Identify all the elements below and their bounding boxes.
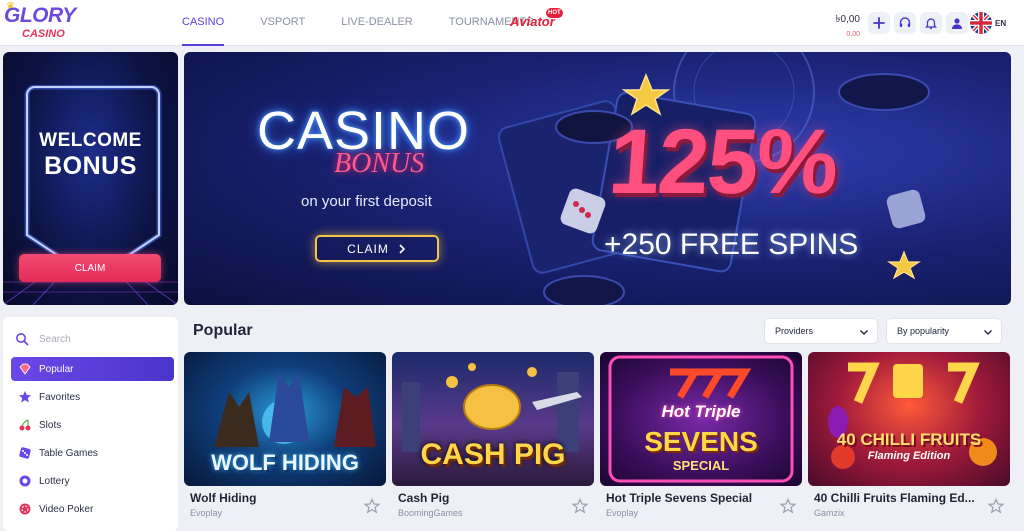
game-name[interactable]: Cash Pig (398, 491, 449, 505)
logo[interactable]: ♛ GLORY CASINO (4, 1, 78, 42)
headset-icon (899, 17, 911, 27)
sidebar-item-label: Slots (39, 419, 62, 431)
game-thumbnail[interactable]: CASH PIG (392, 352, 594, 486)
chevron-down-icon (860, 330, 868, 335)
game-thumbnail[interactable]: Hot Triple SEVENS SPECIAL (600, 352, 802, 486)
game-art-title: 40 CHILLI FRUITS (836, 430, 982, 449)
balance-amount: ৳0,00 (835, 14, 860, 25)
game-name[interactable]: Wolf Hiding (190, 491, 256, 505)
search-box[interactable] (11, 327, 171, 351)
game-card[interactable]: Hot Triple SEVENS SPECIAL Hot Triple Sev… (600, 352, 802, 531)
providers-dropdown[interactable]: Providers (764, 318, 878, 344)
sidebar-item-label: Favorites (39, 391, 81, 403)
game-art-tag: SPECIAL (672, 458, 730, 473)
sidebar-item-video-poker[interactable]: Video Poker (11, 497, 174, 521)
game-art-title: WOLF HIDING (211, 450, 359, 475)
chevron-right-icon (399, 243, 405, 254)
banner-claim-button[interactable]: CLAIM (315, 235, 439, 262)
banner-artwork (497, 52, 930, 305)
nav-aviator[interactable]: Aviator HOT (510, 8, 563, 29)
game-card[interactable]: WOLF HIDING Wolf Hiding Evoplay (184, 352, 386, 531)
diamond-icon (17, 361, 33, 377)
search-icon (16, 333, 29, 346)
sidebar-item-lottery[interactable]: Lottery (11, 469, 174, 493)
nav-casino[interactable]: CASINO (182, 0, 225, 46)
game-thumbnail[interactable]: 40 CHILLI FRUITS Flaming Edition (808, 352, 1010, 486)
banner-free-spins: +250 FREE SPINS (604, 228, 859, 261)
logo-subtext: CASINO (22, 28, 65, 40)
deposit-button[interactable] (868, 12, 890, 34)
game-name[interactable]: Hot Triple Sevens Special (606, 491, 752, 505)
welcome-title: WELCOME (39, 130, 142, 151)
poker-chip-icon (17, 501, 33, 517)
favorite-star-icon[interactable] (364, 498, 380, 514)
sidebar-item-label: Popular (39, 363, 74, 375)
plus-icon (873, 17, 885, 29)
game-card[interactable]: 40 CHILLI FRUITS Flaming Edition 40 Chil… (808, 352, 1010, 531)
game-provider: BoomingGames (398, 508, 463, 518)
banner-subtitle: on your first deposit (301, 193, 432, 210)
sidebar-item-label: Lottery (39, 475, 70, 487)
sidebar-item-popular[interactable]: Popular (11, 357, 174, 381)
nav-live-dealer[interactable]: LIVE-DEALER (341, 0, 413, 46)
game-provider: Evoplay (190, 508, 223, 518)
banner-bonus-text: BONUS (334, 148, 425, 179)
game-card[interactable]: CASH PIG Cash Pig BoomingGames (392, 352, 594, 531)
sidebar-item-label: Table Games (39, 447, 98, 459)
sort-label: By popularity (897, 326, 950, 336)
section-title: Popular (193, 322, 253, 339)
chevron-down-icon (984, 330, 992, 335)
game-provider: Evoplay (606, 508, 639, 518)
game-art-subtitle: Flaming Edition (867, 450, 951, 462)
bonus-balance: 0,00 (846, 31, 860, 38)
search-input[interactable] (39, 333, 159, 345)
logo-text: GLORY (4, 4, 76, 27)
nav-vsport[interactable]: VSPORT (260, 0, 305, 46)
category-sidebar: Popular Favorites Slots Table Games Lott… (3, 317, 178, 531)
game-thumbnail[interactable]: WOLF HIDING (184, 352, 386, 486)
notifications-button[interactable] (920, 12, 942, 34)
star-icon (17, 389, 33, 405)
lottery-ball-icon (17, 473, 33, 489)
sort-dropdown[interactable]: By popularity (886, 318, 1002, 344)
user-icon (952, 18, 962, 29)
uk-flag-icon (970, 12, 992, 34)
profile-button[interactable] (946, 12, 968, 34)
support-button[interactable] (894, 12, 916, 34)
favorite-star-icon[interactable] (572, 498, 588, 514)
promo-banner[interactable]: CASINO BONUS on your first deposit CLAIM… (184, 52, 1011, 305)
bonus-title: BONUS (44, 152, 137, 180)
welcome-bonus-card[interactable]: WELCOME BONUS CLAIM (3, 52, 178, 305)
dice-icon (17, 445, 33, 461)
bell-icon (924, 18, 938, 30)
game-art-title: Hot Triple (661, 402, 741, 421)
cherries-icon (17, 417, 33, 433)
game-provider: Gamzix (814, 508, 845, 518)
game-art-title: CASH PIG (420, 438, 566, 471)
balance-display[interactable]: ৳0,00 0,00 (836, 12, 860, 38)
game-art-subtitle: SEVENS (644, 426, 758, 457)
sidebar-item-favorites[interactable]: Favorites (11, 385, 174, 409)
sidebar-item-label: Video Poker (39, 503, 94, 515)
favorite-star-icon[interactable] (988, 498, 1004, 514)
banner-claim-label: CLAIM (347, 241, 389, 256)
banner-percent: 125% (605, 111, 840, 213)
sidebar-item-slots[interactable]: Slots (11, 413, 174, 437)
language-code: EN (995, 18, 1007, 28)
game-name[interactable]: 40 Chilli Fruits Flaming Ed... (814, 491, 975, 505)
providers-label: Providers (775, 326, 814, 336)
hot-badge: HOT (546, 8, 563, 18)
language-selector[interactable]: EN (970, 12, 1020, 34)
favorite-star-icon[interactable] (780, 498, 796, 514)
sidebar-item-table-games[interactable]: Table Games (11, 441, 174, 465)
top-bar: ♛ GLORY CASINO CASINO VSPORT LIVE-DEALER… (0, 0, 1024, 46)
welcome-claim-button[interactable]: CLAIM (19, 254, 161, 282)
chilli-fruits-artwork (828, 362, 997, 469)
